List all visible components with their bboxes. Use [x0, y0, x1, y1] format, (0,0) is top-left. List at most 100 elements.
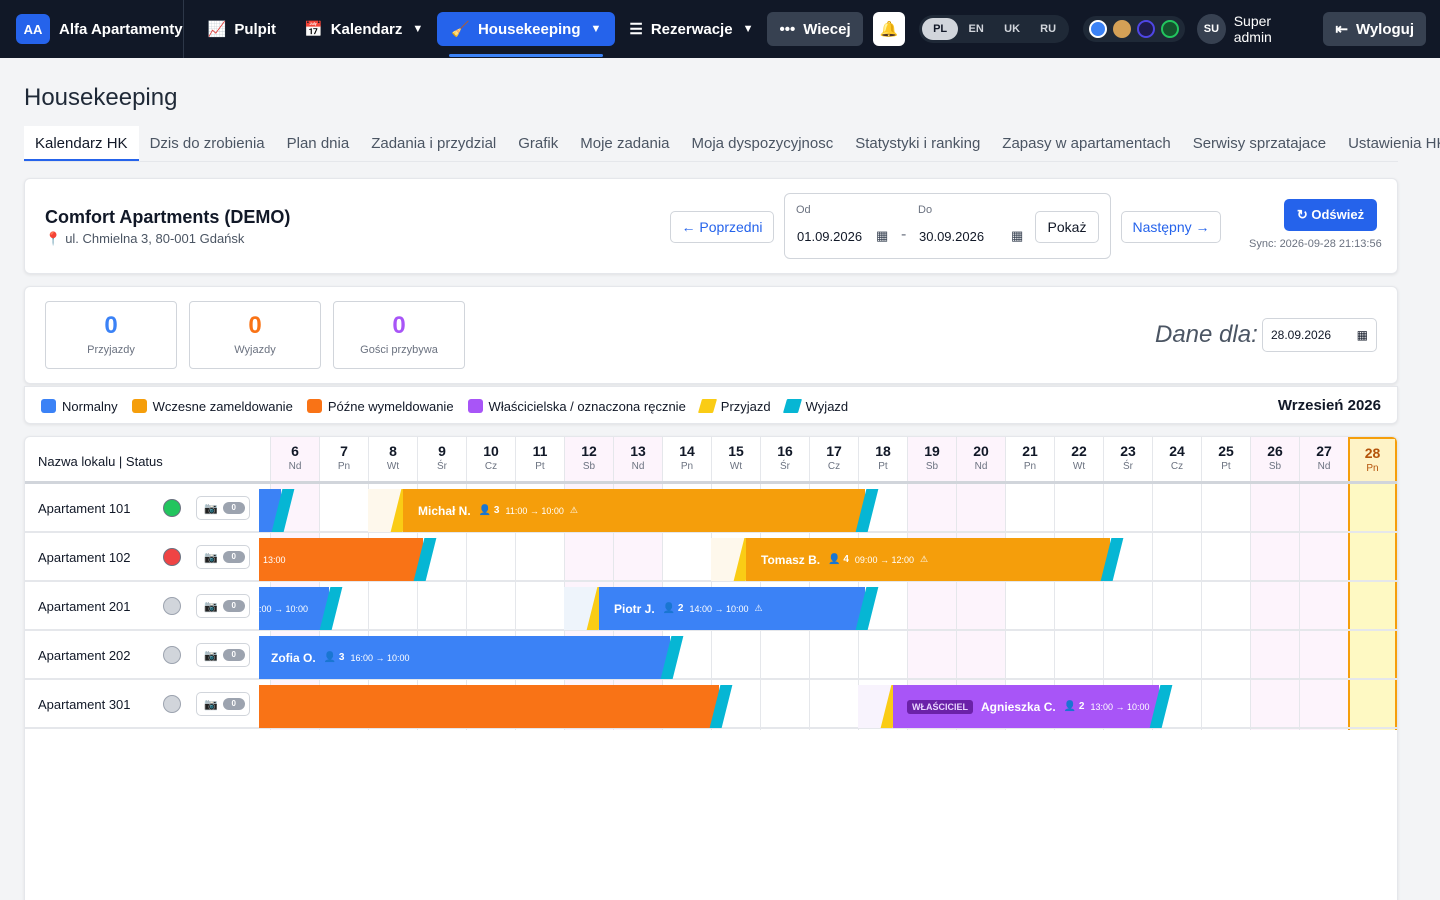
day-number: 15	[728, 443, 744, 459]
camera-toggle-button[interactable]: 📷 0	[196, 643, 250, 667]
theme-green[interactable]	[1161, 20, 1180, 38]
status-dot[interactable]	[163, 695, 181, 713]
tab-dyspozycyjnosc[interactable]: Moja dyspozycyjnosc	[681, 126, 845, 161]
tab-dzis[interactable]: Dzis do zrobienia	[139, 126, 276, 161]
apartment-name[interactable]: Apartament 201	[38, 599, 131, 614]
user-menu[interactable]: SU Super admin	[1197, 13, 1309, 45]
toggle-count: 0	[222, 649, 245, 661]
notifications-button[interactable]: 🔔	[872, 12, 906, 46]
apartment-name[interactable]: Apartament 102	[38, 550, 131, 565]
swatch	[697, 399, 717, 413]
apartment-name[interactable]: Apartament 202	[38, 648, 131, 663]
swatch	[782, 399, 802, 413]
lang-uk[interactable]: UK	[994, 18, 1030, 40]
booking-time: 14:00 → 10:00	[689, 603, 749, 614]
day-column[interactable]	[1348, 484, 1397, 730]
logout-icon: ⇤	[1335, 21, 1348, 38]
day-header: 23 Śr	[1103, 437, 1152, 481]
tab-ustawienia[interactable]: Ustawienia HK	[1337, 126, 1440, 161]
apartment-name[interactable]: Apartament 101	[38, 501, 131, 516]
refresh-button[interactable]: ↻ Odśwież	[1284, 199, 1377, 231]
day-number: 17	[826, 443, 842, 459]
camera-toggle-button[interactable]: 📷 0	[196, 594, 250, 618]
nav-pulpit[interactable]: 📈 Pulpit	[194, 12, 290, 46]
day-number: 11	[532, 443, 548, 459]
booking-bar-102a[interactable]: 13:00	[259, 538, 423, 581]
day-weekday: Wt	[386, 461, 400, 472]
booking-bar-301a[interactable]	[259, 685, 719, 728]
tab-zadania[interactable]: Zadania i przydzial	[360, 126, 507, 161]
day-column[interactable]	[1201, 484, 1250, 730]
next-button[interactable]: Następny →	[1121, 211, 1221, 243]
nav-rezerwacje[interactable]: ☰ Rezerwacje ▼	[615, 12, 767, 46]
day-weekday: Sb	[1268, 461, 1282, 472]
day-header: 26 Sb	[1250, 437, 1299, 481]
booking-bar-agnieszka[interactable]: WŁAŚCICIEL Agnieszka C. 👤 2 13:00 → 10:0…	[893, 685, 1159, 728]
day-number: 27	[1316, 443, 1332, 459]
to-input[interactable]: 30.09.2026	[919, 229, 984, 244]
calendar-icon[interactable]: ▦	[876, 228, 888, 244]
prev-button[interactable]: ← Poprzedni	[670, 211, 774, 243]
day-header: 13 Nd	[613, 437, 662, 481]
status-dot[interactable]	[163, 597, 181, 615]
day-weekday: Sb	[582, 461, 596, 472]
status-dot[interactable]	[163, 499, 181, 517]
day-header: 10 Cz	[466, 437, 515, 481]
show-button[interactable]: Pokaż	[1035, 211, 1099, 243]
day-number: 20	[973, 443, 989, 459]
logout-button[interactable]: ⇤ Wyloguj	[1323, 12, 1426, 46]
toggle-count: 0	[222, 600, 245, 612]
guest-count: 👤 4	[828, 554, 849, 565]
lang-en[interactable]: EN	[958, 18, 994, 40]
theme-indigo[interactable]	[1137, 20, 1156, 38]
address-text: ul. Chmielna 3, 80-001 Gdańsk	[65, 231, 245, 246]
booking-bar-zofia[interactable]: Zofia O. 👤 3 16:00 → 10:00	[259, 636, 670, 679]
guest-name: Tomasz B.	[761, 552, 821, 567]
tab-moje-zadania[interactable]: Moje zadania	[569, 126, 680, 161]
guest-count: 👤 2	[662, 603, 684, 614]
day-weekday: Śr	[437, 461, 447, 472]
status-dot[interactable]	[163, 548, 181, 566]
data-for-date-input[interactable]: 28.09.2026 ▦	[1262, 318, 1377, 352]
camera-toggle-button[interactable]: 📷 0	[196, 545, 250, 569]
camera-icon: 📷	[204, 551, 218, 564]
lang-pl[interactable]: PL	[922, 18, 959, 40]
nav-housekeeping[interactable]: 🧹 Housekeeping ▼	[437, 12, 616, 57]
day-column[interactable]	[1299, 484, 1348, 730]
day-number: 13	[630, 443, 646, 459]
guest-name: Zofia O.	[271, 650, 316, 665]
tab-kalendarz-hk[interactable]: Kalendarz HK	[24, 126, 139, 161]
tab-plan-dnia[interactable]: Plan dnia	[276, 126, 361, 161]
tab-serwisy[interactable]: Serwisy sprzatajace	[1182, 126, 1337, 161]
booking-time: 11:00 → 10:00	[505, 505, 564, 516]
theme-blue[interactable]	[1089, 20, 1108, 38]
tab-statystyki[interactable]: Statystyki i ranking	[844, 126, 991, 161]
theme-switcher	[1083, 16, 1186, 42]
legend-label: Właścicielska / oznaczona ręcznie	[488, 398, 686, 414]
tab-grafik[interactable]: Grafik	[507, 126, 569, 161]
brand[interactable]: AA Alfa Apartamenty	[0, 0, 184, 58]
lang-ru[interactable]: RU	[1030, 18, 1066, 40]
stat-departures-label: Wyjazdy	[234, 344, 276, 356]
camera-toggle-button[interactable]: 📷 0	[196, 496, 250, 520]
more-button[interactable]: ••• Wiecej	[767, 12, 863, 46]
toggle-count: 0	[222, 551, 245, 563]
booking-bar-michal[interactable]: Michał N. 👤 3 11:00 → 10:00 ⚠	[403, 489, 865, 532]
apartment-name[interactable]: Apartament 301	[38, 697, 131, 712]
stat-arrivals: 0 Przyjazdy	[45, 301, 177, 369]
day-header: 12 Sb	[564, 437, 613, 481]
camera-toggle-button[interactable]: 📷 0	[196, 692, 250, 716]
day-column[interactable]	[1250, 484, 1299, 730]
booking-bar-201a[interactable]: :00 → 10:00	[259, 587, 329, 630]
nav-kalendarz[interactable]: 📅 Kalendarz ▼	[290, 12, 437, 46]
theme-gold[interactable]	[1113, 20, 1132, 38]
tab-zapasy[interactable]: Zapasy w apartamentach	[991, 126, 1181, 161]
calendar-icon[interactable]: ▦	[1011, 228, 1023, 244]
bell-icon: 🔔	[879, 21, 899, 38]
day-header: 8 Wt	[368, 437, 417, 481]
booking-bar-tomasz[interactable]: Tomasz B. 👤 4 09:00 → 12:00 ⚠	[746, 538, 1110, 581]
from-input[interactable]: 01.09.2026	[797, 229, 862, 244]
calendar-icon[interactable]: ▦	[1357, 319, 1368, 351]
status-dot[interactable]	[163, 646, 181, 664]
booking-bar-piotr[interactable]: Piotr J. 👤 2 14:00 → 10:00 ⚠	[599, 587, 865, 630]
